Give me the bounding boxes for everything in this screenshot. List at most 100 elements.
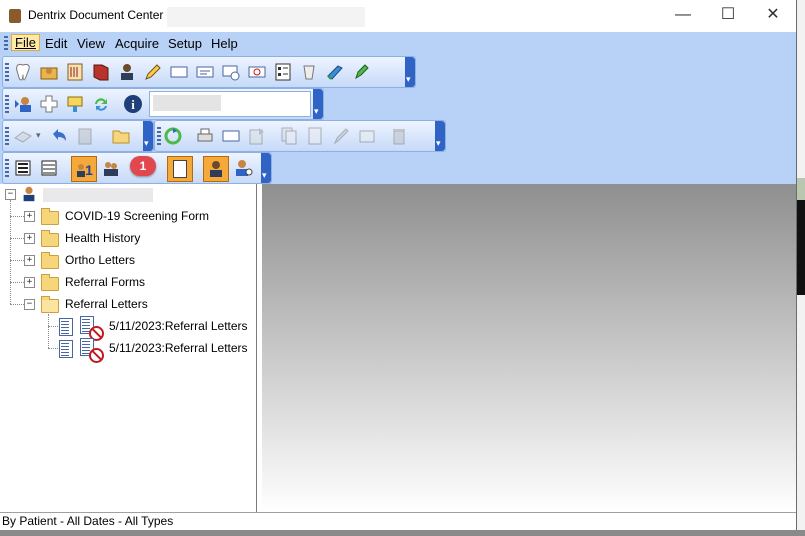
- email-card-icon[interactable]: [221, 126, 241, 146]
- open-folder-icon[interactable]: [111, 126, 131, 146]
- scanner-dropdown-icon[interactable]: ▾: [36, 130, 41, 141]
- tree-line: [10, 260, 24, 261]
- delete-bin-icon[interactable]: [389, 126, 409, 146]
- expand-covid-toggle[interactable]: +: [24, 211, 35, 222]
- toolbar-overflow-button[interactable]: [435, 121, 445, 151]
- medical-cross-icon[interactable]: [39, 94, 59, 114]
- office-manager-icon[interactable]: [117, 62, 137, 82]
- desktop-background: [0, 530, 805, 536]
- tree-folder-referral-letters[interactable]: Referral Letters: [65, 295, 148, 313]
- pencil-icon[interactable]: [143, 62, 163, 82]
- svg-text:1: 1: [85, 162, 93, 178]
- toolbar-overflow-button[interactable]: [261, 153, 271, 183]
- scanner-icon[interactable]: [13, 126, 33, 146]
- title-bar: Dentrix Document Center — ☐ ✕: [0, 0, 796, 32]
- folder-icon: [41, 230, 59, 247]
- info-icon[interactable]: i: [123, 94, 143, 114]
- menu-help[interactable]: Help: [211, 36, 238, 51]
- family-file-icon[interactable]: [39, 62, 59, 82]
- document-stack-icon: [59, 318, 73, 336]
- toolbar-overflow-button[interactable]: [405, 57, 415, 87]
- tree-line: [48, 326, 58, 327]
- tooth-icon[interactable]: [13, 62, 33, 82]
- document-stack-icon: [59, 340, 73, 358]
- export-icon[interactable]: [247, 126, 267, 146]
- menu-setup[interactable]: Setup: [168, 36, 202, 51]
- schedule-card-icon[interactable]: [221, 62, 241, 82]
- menu-acquire[interactable]: Acquire: [115, 36, 159, 51]
- cup-icon[interactable]: [299, 62, 319, 82]
- collapse-root-toggle[interactable]: −: [5, 189, 16, 200]
- app-icon: [9, 9, 21, 23]
- toolbar-grip[interactable]: [5, 63, 9, 81]
- single-patient-view-button[interactable]: 1: [71, 156, 97, 182]
- checklist-icon[interactable]: [273, 62, 293, 82]
- patient-name-field[interactable]: [149, 91, 311, 117]
- edit-pencil-icon[interactable]: [331, 126, 351, 146]
- multiple-patients-icon[interactable]: [101, 158, 121, 178]
- folder-icon: [41, 252, 59, 269]
- menu-view[interactable]: View: [77, 36, 105, 51]
- referral-icon[interactable]: [65, 94, 85, 114]
- window-title: Dentrix Document Center: [28, 8, 164, 22]
- card-icon[interactable]: [169, 62, 189, 82]
- folder-icon: [41, 274, 59, 291]
- toolbar-overflow-button[interactable]: [143, 121, 153, 151]
- expand-ortho-letters-toggle[interactable]: +: [24, 255, 35, 266]
- patient-filter-button[interactable]: [203, 156, 229, 182]
- undo-arrow-icon[interactable]: [49, 126, 69, 146]
- document-center-window: Dentrix Document Center — ☐ ✕ File Edit …: [0, 0, 797, 531]
- expand-referral-forms-toggle[interactable]: +: [24, 277, 35, 288]
- clipboard-icon[interactable]: [75, 126, 95, 146]
- toolbar-grip[interactable]: [5, 127, 9, 145]
- message-icon[interactable]: [195, 62, 215, 82]
- document-preview-pane: [262, 184, 796, 512]
- toolbar-grip[interactable]: [5, 95, 9, 113]
- maximize-button[interactable]: ☐: [705, 0, 751, 32]
- menu-edit[interactable]: Edit: [45, 36, 67, 51]
- tree-line: [10, 282, 24, 283]
- tree-line: [10, 216, 24, 217]
- toolbar-grip[interactable]: [157, 127, 161, 145]
- book-icon[interactable]: [91, 62, 111, 82]
- recycle-arrows-icon[interactable]: [163, 126, 183, 146]
- list-icon[interactable]: [39, 158, 59, 178]
- desktop-background-strip: [797, 200, 805, 295]
- tree-document-item[interactable]: 5/11/2023:Referral Letters: [109, 317, 248, 335]
- signature-icon[interactable]: [357, 126, 377, 146]
- provider-icon[interactable]: [233, 158, 253, 178]
- tree-line: [10, 238, 24, 239]
- close-button[interactable]: ✕: [750, 0, 796, 32]
- redacted-patient-label[interactable]: [43, 188, 153, 202]
- toolbar-overflow-button[interactable]: [313, 89, 323, 119]
- redacted-title-area: [167, 7, 365, 27]
- menu-file[interactable]: File: [11, 34, 40, 51]
- patient-one-icon: 1: [77, 162, 93, 178]
- tree-line: [48, 314, 49, 348]
- select-patient-icon[interactable]: [13, 94, 33, 114]
- print-icon[interactable]: [195, 126, 215, 146]
- copy-document-icon[interactable]: [279, 126, 299, 146]
- ledger-icon[interactable]: [65, 62, 85, 82]
- expand-health-history-toggle[interactable]: +: [24, 233, 35, 244]
- contact-icon[interactable]: [247, 62, 267, 82]
- tree-line: [48, 348, 58, 349]
- not-signed-icon: [89, 348, 104, 363]
- tree-folder-covid[interactable]: COVID-19 Screening Form: [65, 207, 209, 225]
- tree-folder-ortho-letters[interactable]: Ortho Letters: [65, 251, 135, 269]
- document-view-button[interactable]: [167, 156, 193, 182]
- document-icon[interactable]: [305, 126, 325, 146]
- marker-icon[interactable]: [351, 62, 371, 82]
- tree-folder-referral-forms[interactable]: Referral Forms: [65, 273, 145, 291]
- detailed-list-icon[interactable]: [13, 158, 33, 178]
- status-bar: By Patient - All Dates - All Types: [0, 512, 796, 531]
- minimize-button[interactable]: —: [660, 0, 706, 32]
- collapse-referral-letters-toggle[interactable]: −: [24, 299, 35, 310]
- tree-folder-health-history[interactable]: Health History: [65, 229, 140, 247]
- module-toolbar: [2, 56, 416, 88]
- book-blue-icon[interactable]: [325, 62, 345, 82]
- menubar-grip[interactable]: [4, 36, 8, 52]
- refresh-arrows-icon[interactable]: [91, 94, 111, 114]
- toolbar-grip[interactable]: [5, 159, 9, 177]
- tree-document-item[interactable]: 5/11/2023:Referral Letters: [109, 339, 248, 357]
